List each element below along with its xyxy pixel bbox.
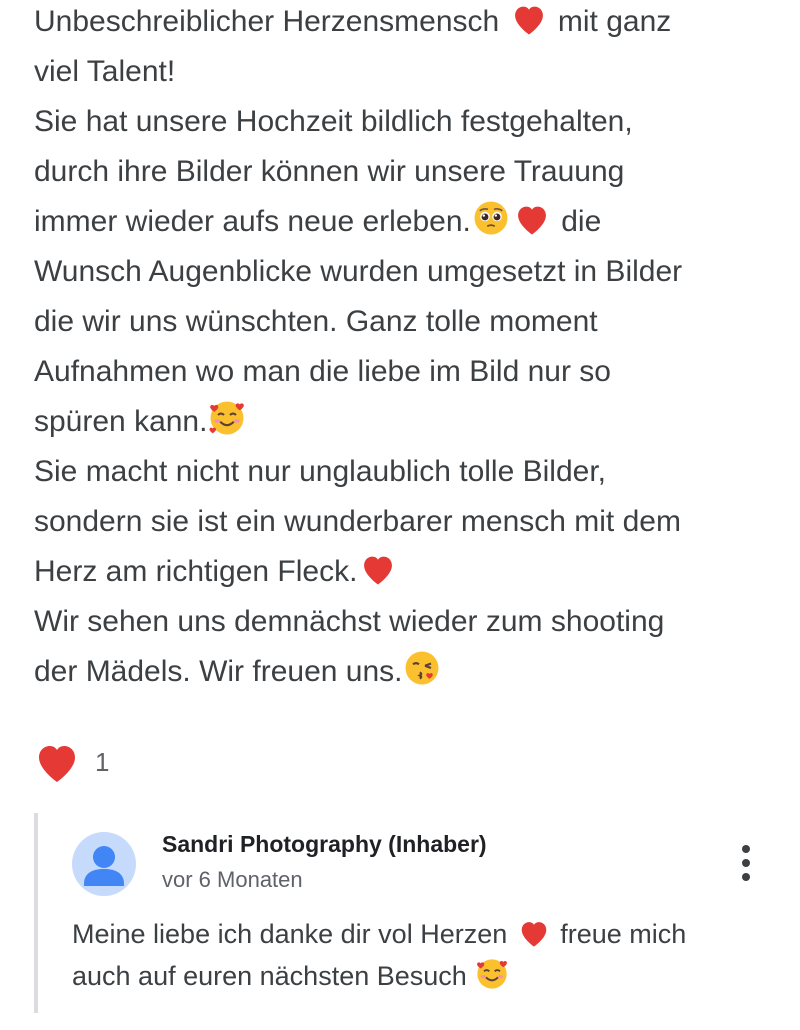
red-heart-emoji bbox=[513, 202, 551, 252]
review-text: Unbeschreiblicher Herzensmensch mit ganz… bbox=[34, 0, 774, 697]
review-line: Aufnahmen wo man die liebe im Bild nur s… bbox=[34, 355, 611, 388]
more-vert-icon bbox=[742, 845, 750, 881]
like-count: 1 bbox=[95, 746, 110, 777]
review-line: immer wieder aufs neue erleben. die bbox=[34, 197, 774, 247]
red-heart-emoji bbox=[510, 2, 548, 52]
person-icon bbox=[84, 846, 124, 886]
review-line: Herz am richtigen Fleck. bbox=[34, 547, 774, 597]
review-line: die wir uns wünschten. Ganz tolle moment bbox=[34, 305, 598, 338]
more-options-button[interactable] bbox=[726, 839, 766, 887]
red-heart-icon bbox=[39, 746, 75, 782]
face-blowing-kiss-emoji bbox=[404, 650, 440, 702]
review-line: Unbeschreiblicher Herzensmensch mit ganz bbox=[34, 0, 774, 47]
reaction-row: 1 bbox=[33, 737, 109, 787]
reply-line: auch auf euren nächsten Besuch bbox=[72, 955, 762, 997]
review-line: sondern sie ist ein wunderbarer mensch m… bbox=[34, 505, 681, 538]
review-line: Sie hat unsere Hochzeit bildlich festgeh… bbox=[34, 105, 633, 138]
review-line: Sie macht nicht nur unglaublich tolle Bi… bbox=[34, 455, 606, 488]
review-line: spüren kann. bbox=[34, 397, 774, 447]
pleading-face-emoji bbox=[473, 200, 509, 252]
owner-reply: Sandri Photography (Inhaber) vor 6 Monat… bbox=[34, 813, 778, 1013]
reply-text: Meine liebe ich danke dir vol Herzen fre… bbox=[72, 913, 762, 997]
reply-author[interactable]: Sandri Photography (Inhaber) bbox=[162, 831, 487, 858]
red-heart-emoji bbox=[359, 552, 397, 602]
like-heart-button[interactable] bbox=[33, 738, 81, 786]
review-line: viel Talent! bbox=[34, 55, 176, 88]
red-heart-emoji bbox=[517, 918, 551, 960]
smiling-face-with-hearts-emoji bbox=[476, 958, 508, 1002]
reply-line: Meine liebe ich danke dir vol Herzen fre… bbox=[72, 913, 762, 955]
reply-timestamp: vor 6 Monaten bbox=[162, 867, 303, 892]
review-line: Wunsch Augenblicke wurden umgesetzt in B… bbox=[34, 255, 683, 288]
review-line: Wir sehen uns demnächst wieder zum shoot… bbox=[34, 605, 665, 638]
smiling-face-with-hearts-emoji bbox=[209, 400, 245, 452]
review-line: der Mädels. Wir freuen uns. bbox=[34, 647, 774, 697]
review-line: durch ihre Bilder können wir unsere Trau… bbox=[34, 155, 625, 188]
avatar[interactable] bbox=[72, 832, 136, 896]
